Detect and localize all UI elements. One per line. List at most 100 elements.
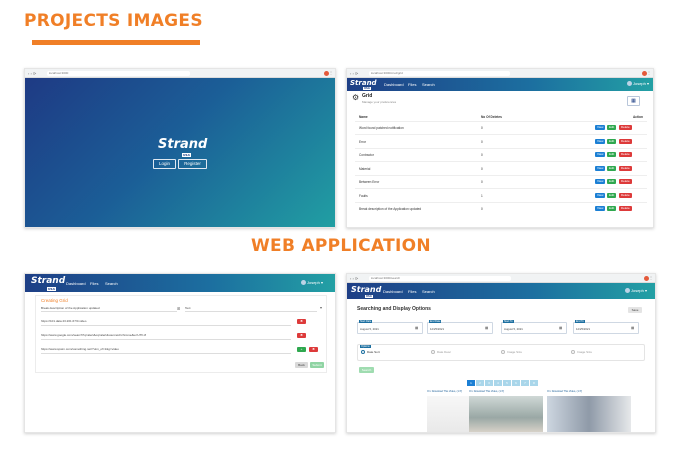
address-bar[interactable]: localhost:3000/crud/grid: [369, 71, 510, 76]
address-bar[interactable]: localhost:3000/search: [369, 276, 511, 281]
name-field[interactable]: Break description of the Application upd…: [41, 306, 177, 312]
page-button[interactable]: 6: [512, 380, 520, 386]
edit-button[interactable]: Edit: [607, 138, 617, 144]
url-field-3[interactable]: https://www.spwm.com/something.net/?utm_…: [41, 347, 291, 354]
result-thumbnail[interactable]: [547, 396, 631, 432]
login-button[interactable]: Login: [153, 159, 176, 169]
browser-chrome: ‹ › ⟳ localhost:3000/search ⋮: [347, 274, 655, 283]
nav-arrows-icon[interactable]: ‹ › ⟳: [350, 72, 358, 76]
view-button[interactable]: View: [595, 125, 606, 130]
grid-settings-button[interactable]: ▦: [627, 96, 640, 106]
radio-icon[interactable]: [571, 350, 575, 354]
page-button[interactable]: 7: [521, 380, 529, 386]
radio-icon[interactable]: [501, 350, 505, 354]
nav-arrows-icon[interactable]: ‹ › ⟳: [350, 277, 358, 281]
view-button[interactable]: View: [595, 206, 606, 211]
strand-logo: Strand USA: [351, 285, 381, 298]
menu-icon[interactable]: ⋮: [329, 70, 333, 75]
view-button[interactable]: View: [595, 179, 606, 184]
radio-icon[interactable]: [431, 350, 435, 354]
url-field-1[interactable]: https://101.data 23.201.67/0.video: [41, 319, 291, 326]
edit-button[interactable]: Edit: [607, 192, 617, 198]
search-button[interactable]: Search: [359, 367, 374, 373]
view-button[interactable]: View: [595, 152, 606, 157]
row-divider: [355, 161, 647, 162]
result-caption[interactable]: On: Download This Video, (1 P): [469, 390, 504, 393]
page-subtitle: Manage your preferences: [362, 100, 397, 104]
address-bar[interactable]: localhost:3000: [47, 71, 190, 76]
result-caption[interactable]: On: Download This Video, (1 P): [427, 390, 462, 393]
result-thumbnail[interactable]: [469, 396, 543, 432]
logo-sub: USA: [365, 295, 373, 298]
radio-icon[interactable]: [361, 350, 365, 354]
date-field-label: Start Date: [359, 320, 373, 323]
row-divider: [355, 188, 647, 189]
result-caption[interactable]: On: Download This Video, (1 P): [547, 390, 582, 393]
delete-button[interactable]: Delete: [619, 138, 632, 144]
row-name: Faults: [359, 193, 368, 198]
save-button[interactable]: Save: [628, 307, 642, 313]
avatar: [626, 81, 632, 87]
edit-button[interactable]: Edit: [607, 165, 617, 171]
edit-button[interactable]: Edit: [607, 206, 617, 211]
page-button[interactable]: 8: [530, 380, 538, 386]
strand-logo: Strand USA: [350, 79, 377, 90]
menu-icon[interactable]: ⋮: [647, 70, 651, 75]
delete-button[interactable]: Delete: [619, 152, 632, 157]
result-thumbnail[interactable]: [427, 396, 471, 432]
nav-search[interactable]: Search: [422, 82, 435, 87]
page-button[interactable]: 3: [485, 380, 493, 386]
remove-url-1-button[interactable]: ✖: [297, 319, 306, 324]
delete-button[interactable]: Delete: [619, 206, 632, 211]
browser-chrome: ‹ › ⟳ localhost:3000 ⋮: [25, 69, 335, 78]
nav-search[interactable]: Search: [105, 281, 118, 286]
chevron-down-icon: ▾: [320, 305, 323, 310]
logo-sub: USA: [363, 87, 371, 90]
edit-button[interactable]: Edit: [607, 125, 617, 130]
view-button[interactable]: View: [595, 165, 606, 171]
nav-files[interactable]: Files: [90, 281, 98, 286]
nav-files[interactable]: Files: [408, 289, 416, 294]
avatar: [624, 288, 630, 294]
view-button[interactable]: View: [595, 138, 606, 144]
delete-button[interactable]: Delete: [619, 125, 632, 130]
edit-button[interactable]: Edit: [607, 179, 617, 184]
user-menu[interactable]: Joseph ▾: [624, 288, 647, 294]
nav-arrows-icon[interactable]: ‹ › ⟳: [28, 72, 36, 76]
delete-button[interactable]: Delete: [619, 192, 632, 198]
type-select[interactable]: Text: [185, 306, 317, 312]
date-field-value: 12/25/2021: [576, 327, 590, 331]
strand-logo: Strand USA: [158, 137, 207, 157]
register-button[interactable]: Register: [178, 159, 207, 169]
view-button[interactable]: View: [595, 192, 606, 198]
menu-icon[interactable]: ⋮: [649, 275, 653, 280]
submit-button[interactable]: Submit: [310, 362, 324, 368]
nav-dashboard[interactable]: Dashboard: [384, 82, 404, 87]
nav-dashboard[interactable]: Dashboard: [383, 289, 403, 294]
nav-files[interactable]: Files: [408, 82, 416, 87]
page-button[interactable]: 5: [503, 380, 511, 386]
page-button[interactable]: 4: [494, 380, 502, 386]
remove-url-3-button[interactable]: ✖: [309, 347, 318, 352]
remove-url-2-button[interactable]: ✖: [297, 333, 306, 338]
edit-button[interactable]: Edit: [607, 152, 617, 157]
option-label: Image Size: [577, 350, 593, 354]
user-name: Joseph: [630, 288, 644, 293]
url-field-2[interactable]: https://www.google.com/search?q=alert&oq…: [41, 333, 291, 340]
column-name: Name: [359, 115, 368, 119]
delete-button[interactable]: Delete: [619, 165, 632, 171]
row-divider: [355, 134, 647, 135]
date-field-label: Start To: [503, 320, 514, 323]
page-button[interactable]: 1: [467, 380, 475, 386]
page-title: Grid: [362, 93, 373, 99]
app-bar: Strand USA Dashboard Files Search Joseph…: [347, 78, 653, 91]
back-button[interactable]: Back: [295, 362, 308, 368]
nav-search[interactable]: Search: [422, 289, 435, 294]
projects-images-heading: PROJECTS IMAGES: [24, 11, 203, 31]
delete-button[interactable]: Delete: [619, 179, 632, 184]
user-menu[interactable]: Joseph ▾: [300, 280, 323, 286]
page-button[interactable]: 2: [476, 380, 484, 386]
add-url-button[interactable]: +: [297, 347, 306, 352]
user-menu[interactable]: Joseph ▾: [626, 81, 649, 87]
nav-dashboard[interactable]: Dashboard: [66, 281, 86, 286]
